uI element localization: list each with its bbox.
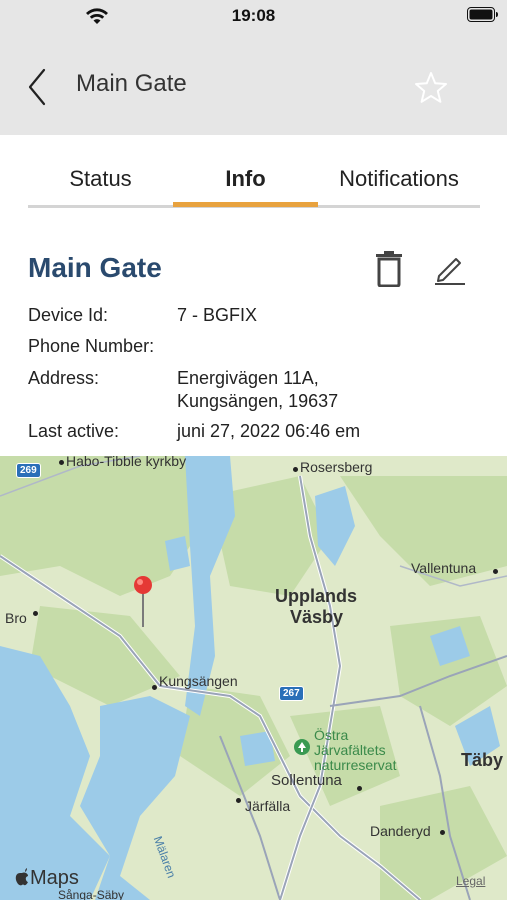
maps-attribution: Maps bbox=[14, 867, 79, 890]
place-taby: Täby bbox=[461, 750, 504, 770]
trash-icon bbox=[376, 251, 402, 288]
favorite-button[interactable] bbox=[413, 70, 449, 106]
legal-link[interactable]: Legal bbox=[456, 874, 485, 888]
place-dot bbox=[440, 830, 445, 835]
maps-label: Maps bbox=[30, 867, 79, 889]
place-dot bbox=[236, 798, 241, 803]
place-dot bbox=[152, 685, 157, 690]
address-line2: Kungsängen, 19637 bbox=[177, 391, 339, 411]
map-terrain bbox=[0, 456, 507, 900]
place-danderyd: Danderyd bbox=[370, 823, 431, 839]
place-vasby: Väsby bbox=[290, 607, 344, 627]
back-button[interactable] bbox=[22, 66, 52, 108]
device-id-label: Device Id: bbox=[28, 305, 109, 325]
tab-info[interactable]: Info bbox=[173, 166, 318, 192]
place-habo: Habo-Tibble kyrkby bbox=[66, 456, 187, 469]
tab-notifications[interactable]: Notifications bbox=[318, 166, 480, 192]
place-dot bbox=[293, 467, 298, 472]
last-active-value: juni 27, 2022 06:46 em bbox=[177, 421, 361, 441]
last-active-label: Last active: bbox=[28, 421, 120, 441]
place-rosersberg: Rosersberg bbox=[300, 459, 373, 475]
active-tab-indicator bbox=[173, 202, 318, 207]
map-view[interactable]: 269 267 Habo-Tibble kyrkby Rosersberg Va… bbox=[0, 456, 507, 900]
edit-button[interactable] bbox=[433, 252, 467, 286]
map-pin-icon[interactable] bbox=[133, 575, 155, 629]
apple-icon bbox=[15, 868, 28, 886]
phone-number-label: Phone Number: bbox=[28, 336, 155, 356]
place-upplands: Upplands bbox=[275, 586, 358, 606]
place-naturreservat: naturreservat bbox=[314, 757, 397, 773]
device-name: Main Gate bbox=[28, 252, 162, 283]
tab-status[interactable]: Status bbox=[28, 166, 173, 192]
road-badge-269: 269 bbox=[16, 463, 41, 478]
place-dot bbox=[59, 460, 64, 465]
page-title: Main Gate bbox=[76, 70, 187, 97]
road-badge-267: 267 bbox=[279, 686, 304, 701]
tab-bar: Status Info Notifications bbox=[28, 150, 480, 208]
place-dot bbox=[493, 569, 498, 574]
device-id-value: 7 - BGFIX bbox=[177, 305, 258, 325]
park-icon bbox=[294, 739, 310, 755]
status-bar: 19:08 bbox=[0, 0, 507, 32]
place-bro: Bro bbox=[5, 610, 27, 626]
place-jarfalla: Järfälla bbox=[245, 798, 291, 814]
place-jarvafaltets: Järvafältets bbox=[314, 742, 386, 758]
place-vallentuna: Vallentuna bbox=[411, 560, 477, 576]
address-label: Address: bbox=[28, 368, 100, 388]
star-icon bbox=[415, 72, 447, 103]
battery-icon bbox=[467, 7, 498, 22]
pencil-icon bbox=[435, 258, 465, 285]
delete-button[interactable] bbox=[374, 251, 404, 288]
place-dot bbox=[33, 611, 38, 616]
place-kungsangen: Kungsängen bbox=[159, 673, 238, 689]
back-chevron-icon bbox=[28, 68, 46, 106]
status-time: 19:08 bbox=[231, 6, 276, 25]
address-line1: Energivägen 11A, bbox=[177, 368, 319, 388]
place-sollentuna: Sollentuna bbox=[271, 772, 342, 789]
place-ostra: Östra bbox=[314, 727, 349, 743]
nav-bar: Main Gate bbox=[0, 48, 507, 128]
place-dot bbox=[357, 786, 362, 791]
